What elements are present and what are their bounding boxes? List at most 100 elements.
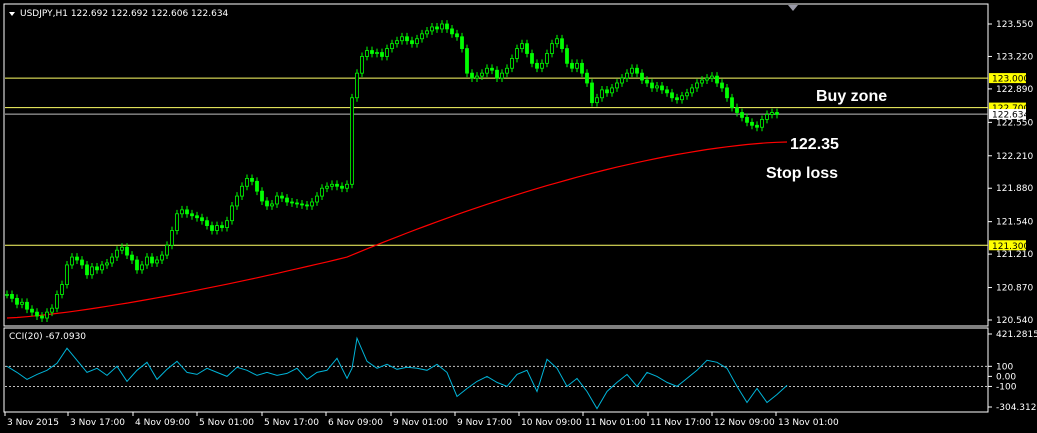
candle-body: [415, 38, 419, 45]
time-tick-label: 5 Nov 01:00: [199, 418, 254, 428]
candle-body: [320, 187, 324, 197]
candle-body: [85, 264, 89, 276]
candle-body: [115, 249, 119, 258]
candle-body: [335, 183, 339, 187]
price-tick-label: 120.540: [996, 316, 1033, 326]
candle-body: [425, 30, 429, 35]
candle-body: [325, 185, 329, 189]
candle-body: [405, 36, 409, 42]
stop-price-label: 122.35: [790, 136, 839, 153]
candle-body: [275, 195, 279, 205]
candle-body: [475, 75, 479, 79]
candle-body: [360, 56, 364, 74]
candle-body: [65, 264, 69, 285]
cci-scale-label: 421.2815: [996, 330, 1037, 340]
candle-body: [45, 311, 49, 319]
price-tick-label: 120.870: [996, 284, 1033, 294]
level-tag-label: 123.000: [992, 75, 1029, 85]
candle-body: [620, 77, 624, 84]
candle-body: [280, 195, 284, 199]
buy-zone-label: Buy zone: [816, 88, 887, 105]
candle-body: [565, 48, 569, 64]
candle-body: [250, 177, 254, 182]
candle-body: [700, 79, 704, 84]
cci-scale-label: -100: [996, 382, 1017, 392]
price-tick-label: 122.210: [996, 152, 1033, 162]
candle-body: [155, 259, 159, 264]
candle-body: [400, 36, 404, 42]
candle-body: [600, 89, 604, 99]
candle-body: [500, 72, 504, 79]
cci-scale-label: 100: [996, 362, 1013, 372]
candle-body: [615, 82, 619, 89]
candle-body: [230, 205, 234, 222]
candle-body: [495, 69, 499, 79]
candle-body: [160, 254, 164, 261]
candle-body: [595, 97, 599, 104]
candle-body: [770, 112, 774, 115]
candle-body: [710, 75, 714, 79]
candle-body: [10, 294, 14, 299]
candle-body: [775, 112, 779, 115]
candle-body: [735, 107, 739, 113]
candle-body: [745, 117, 749, 123]
candle-body: [90, 266, 94, 276]
candle-body: [705, 77, 709, 81]
time-tick-label: 10 Nov 09:00: [521, 418, 582, 428]
candle-body: [25, 301, 29, 310]
candle-body: [540, 62, 544, 69]
candle-body: [60, 284, 64, 295]
candle-body: [20, 301, 24, 305]
candle-body: [260, 190, 264, 202]
candle-body: [165, 244, 169, 256]
candle-body: [35, 311, 39, 317]
candle-body: [210, 225, 214, 231]
price-tick-label: 121.210: [996, 250, 1033, 260]
candle-body: [645, 79, 649, 84]
candle-body: [265, 200, 269, 207]
candle-body: [300, 203, 304, 206]
time-tick-label: 4 Nov 09:00: [135, 418, 190, 428]
candle-body: [200, 217, 204, 222]
stop-loss-label: Stop loss: [766, 165, 838, 182]
time-tick-label: 3 Nov 17:00: [70, 418, 125, 428]
chart-canvas: USDJPY,H1 122.692 122.692 122.606 122.63…: [0, 0, 1037, 433]
candle-body: [555, 38, 559, 45]
candle-body: [305, 204, 309, 207]
candle-body: [760, 118, 764, 128]
time-tick-label: 12 Nov 09:00: [714, 418, 775, 428]
candle-body: [430, 26, 434, 32]
time-tick-label: 11 Nov 01:00: [585, 418, 646, 428]
candle-body: [610, 87, 614, 94]
candle-body: [635, 67, 639, 74]
candle-body: [350, 97, 354, 185]
price-tick-label: 121.880: [996, 184, 1033, 194]
candle-body: [515, 48, 519, 59]
candle-body: [330, 183, 334, 187]
candle-body: [380, 52, 384, 57]
candle-body: [740, 112, 744, 118]
candle-body: [70, 256, 74, 266]
time-tick-label: 3 Nov 2015: [7, 418, 59, 428]
candle-body: [215, 225, 219, 231]
candle-body: [75, 256, 79, 261]
candle-body: [130, 254, 134, 261]
candle-body: [670, 92, 674, 99]
candle-body: [585, 72, 589, 84]
candle-body: [575, 62, 579, 69]
price-tick-label: 121.540: [996, 218, 1033, 228]
candle-body: [570, 62, 574, 69]
candle-body: [695, 82, 699, 89]
candle-body: [715, 75, 719, 84]
candle-body: [135, 259, 139, 271]
candle-body: [170, 230, 174, 246]
candle-body: [535, 62, 539, 69]
candle-body: [245, 177, 249, 187]
candle-body: [510, 58, 514, 69]
candle-body: [140, 264, 144, 271]
candle-body: [125, 246, 129, 256]
candle-body: [355, 72, 359, 99]
candle-body: [440, 23, 444, 30]
candle-body: [315, 195, 319, 203]
candle-body: [490, 67, 494, 71]
